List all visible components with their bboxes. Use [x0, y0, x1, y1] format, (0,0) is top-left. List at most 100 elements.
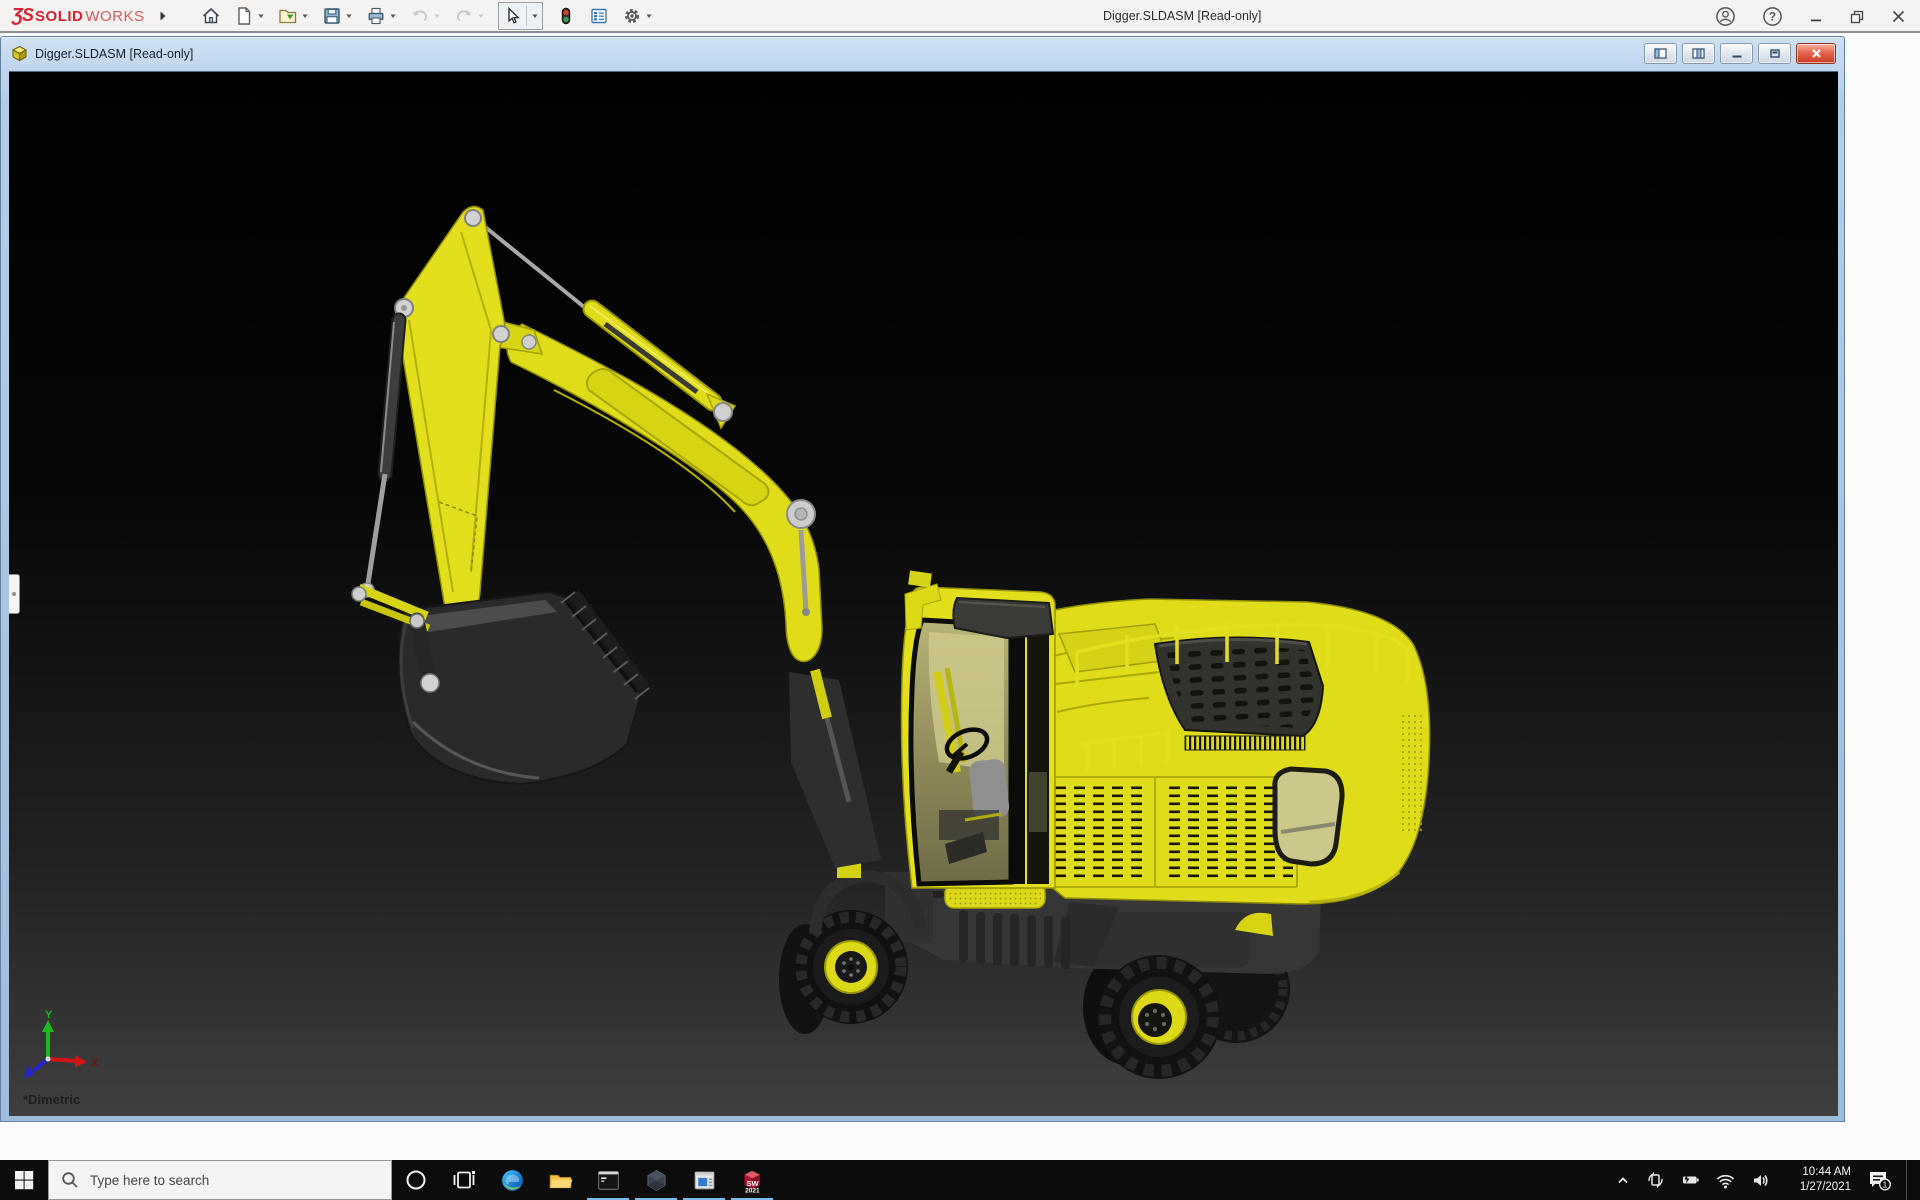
taskbar-app-window[interactable]: [680, 1160, 728, 1200]
close-icon[interactable]: [1891, 9, 1906, 24]
toggle-left-pane-button[interactable]: [1644, 43, 1677, 64]
cortana-button[interactable]: [392, 1160, 440, 1200]
solidworks-logo: ƷS SOLID WORKS: [12, 5, 145, 26]
app-window-controls: ?: [1715, 0, 1906, 33]
new-document-button[interactable]: [234, 6, 265, 26]
user-profile-icon[interactable]: [1715, 6, 1736, 27]
doc-restore-icon: [1769, 49, 1780, 58]
options-button[interactable]: [622, 6, 653, 26]
taskbar-app-file-explorer[interactable]: [536, 1160, 584, 1200]
home-button[interactable]: [201, 6, 221, 26]
search-icon: [62, 1172, 78, 1188]
feature-tree-flyout-tab[interactable]: [9, 574, 20, 614]
app-window-title: Digger.SLDASM [Read-only]: [1103, 9, 1262, 23]
solidworks-logo-mark: ƷS: [12, 5, 34, 25]
start-button[interactable]: [0, 1160, 48, 1200]
options-dropdown-icon[interactable]: [645, 13, 653, 19]
redo-dropdown-icon: [478, 14, 484, 18]
minimize-icon[interactable]: [1809, 10, 1823, 24]
open-button[interactable]: [278, 6, 309, 26]
taskbar-app-command-prompt[interactable]: [584, 1160, 632, 1200]
doc-restore-button[interactable]: [1758, 43, 1791, 64]
display-pane-button[interactable]: [589, 6, 609, 26]
bucket-linkage[interactable]: [351, 583, 440, 693]
svg-text:2021: 2021: [745, 1187, 760, 1194]
taskbar-clock[interactable]: 10:44 AM 1/27/2021: [1785, 1165, 1851, 1195]
triad-y-label: Y: [45, 1009, 53, 1021]
file-explorer-icon: [549, 1174, 572, 1188]
taskbar-app-hexagon[interactable]: [632, 1160, 680, 1200]
task-view-icon: [453, 1171, 475, 1189]
tray-chevron-icon[interactable]: [1615, 1173, 1631, 1188]
doc-minimize-button[interactable]: [1720, 43, 1753, 64]
undo-dropdown-icon: [434, 14, 440, 18]
new-document-icon: [237, 6, 250, 25]
windows-taskbar: Type here to search SW 2021 10:44 AM 1/2…: [0, 1160, 1920, 1200]
select-cursor-icon: [507, 6, 520, 24]
rear-window[interactable]: [1272, 766, 1345, 867]
restore-icon[interactable]: [1849, 9, 1865, 25]
excavator-model[interactable]: Y X: [9, 72, 1838, 1116]
document-titlebar[interactable]: Digger.SLDASM [Read-only]: [1, 37, 1844, 70]
save-icon: [323, 7, 340, 24]
toggle-right-pane-button[interactable]: [1682, 43, 1715, 64]
taskbar-search-input[interactable]: Type here to search: [48, 1160, 392, 1200]
cab[interactable]: [900, 570, 1056, 889]
volume-icon[interactable]: [1751, 1171, 1770, 1189]
system-tray: 10:44 AM 1/27/2021 1: [1615, 1160, 1920, 1200]
left-pane-icon: [1654, 48, 1667, 59]
battery-icon[interactable]: [1680, 1171, 1700, 1189]
reference-triad: Y X: [24, 1009, 99, 1078]
save-dropdown-icon[interactable]: [345, 13, 353, 19]
print-button[interactable]: [366, 6, 397, 26]
graphics-viewport[interactable]: Y X *Dimetric: [9, 71, 1838, 1116]
quick-access-toolbar: [201, 0, 653, 32]
hexagon-app-icon: [646, 1169, 666, 1191]
save-button[interactable]: [322, 6, 353, 26]
print-icon: [368, 7, 383, 24]
command-prompt-icon: [597, 1170, 619, 1190]
doc-close-icon: [1811, 49, 1821, 58]
dipper-arm[interactable]: [394, 205, 544, 656]
dipper-cylinder[interactable]: [359, 312, 407, 598]
help-icon[interactable]: ?: [1762, 6, 1783, 27]
task-view-button[interactable]: [440, 1160, 488, 1200]
clock-time: 10:44 AM: [1802, 1166, 1851, 1179]
stoplight-icon: [561, 7, 570, 24]
doc-minimize-icon: [1732, 55, 1741, 57]
logo-flyout-arrow-icon[interactable]: [159, 10, 167, 22]
solidworks-logo-works: WORKS: [85, 8, 145, 25]
doc-close-button[interactable]: [1796, 43, 1836, 64]
home-icon: [202, 7, 219, 23]
app-titlebar: ƷS SOLID WORKS Digger.SLDASM [Read-only]…: [0, 0, 1920, 33]
undo-button[interactable]: [410, 6, 441, 26]
side-vents[interactable]: [1036, 776, 1298, 888]
taskbar-app-solidworks[interactable]: SW 2021: [728, 1160, 776, 1200]
action-center-icon[interactable]: 1: [1866, 1168, 1891, 1192]
new-document-dropdown-icon[interactable]: [257, 13, 265, 19]
selection-stoplight-button[interactable]: [556, 6, 576, 26]
windows-logo-icon: [15, 1171, 34, 1190]
view-orientation-label: *Dimetric: [23, 1092, 81, 1107]
select-dropdown-icon[interactable]: [531, 13, 539, 19]
select-tool-button[interactable]: [497, 1, 543, 30]
window-app-icon: [694, 1171, 714, 1189]
assembly-document-icon: [11, 45, 28, 62]
edge-icon: [501, 1169, 523, 1191]
gear-icon: [624, 8, 639, 23]
open-dropdown-icon[interactable]: [301, 13, 309, 19]
front-outrigger[interactable]: [789, 668, 881, 868]
redo-icon: [456, 9, 471, 21]
document-window-controls: [1644, 43, 1836, 64]
right-pane-icon: [1692, 48, 1705, 59]
solidworks-logo-solid: SOLID: [35, 8, 84, 25]
app-background: [0, 1122, 1920, 1160]
print-dropdown-icon[interactable]: [389, 13, 397, 19]
taskbar-app-edge[interactable]: [488, 1160, 536, 1200]
redo-button[interactable]: [454, 6, 485, 26]
triad-x-label: X: [91, 1057, 99, 1069]
wifi-icon[interactable]: [1715, 1172, 1736, 1189]
rotation-lock-icon[interactable]: [1646, 1171, 1665, 1189]
show-desktop-button[interactable]: [1906, 1160, 1912, 1200]
undo-icon: [412, 9, 427, 21]
